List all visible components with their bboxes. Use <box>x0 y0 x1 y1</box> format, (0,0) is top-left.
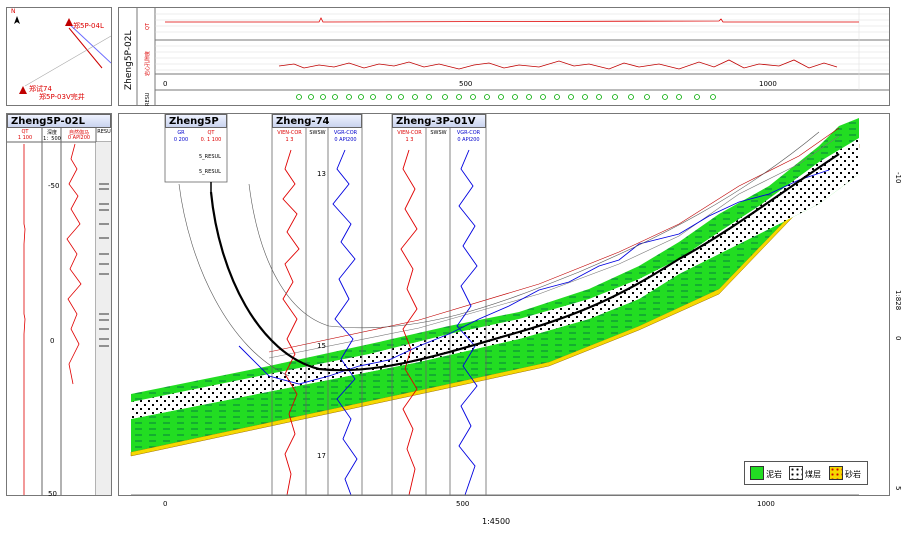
resu-symbol <box>346 94 352 100</box>
top-tick-1000: 1000 <box>759 80 777 88</box>
top-strip-canvas <box>136 8 889 105</box>
zheng74-blue-log <box>332 149 358 495</box>
resu-symbol <box>662 94 668 100</box>
resu-symbol <box>484 94 490 100</box>
zheng3p-col-vgr: VGR-COR <box>456 130 481 136</box>
resu-symbol <box>710 94 716 100</box>
well-marker-icon <box>19 18 73 94</box>
zheng5p-result-1: 5_RESUL <box>199 154 221 160</box>
north-label: N <box>11 8 16 15</box>
map-well-label-1: 郑5P-04L <box>73 22 104 30</box>
resu-symbol <box>582 94 588 100</box>
legend-label-sand: 砂岩 <box>845 470 861 479</box>
zheng5p-col-qt: QT <box>207 130 215 136</box>
well-track-zheng3p01v <box>391 114 487 495</box>
resu-symbol <box>612 94 618 100</box>
zheng74-mark-17: 17 <box>317 452 326 460</box>
resu-symbol <box>568 94 574 100</box>
zheng74-col-swsw: SWSW <box>309 130 326 136</box>
zheng5p-sub-qt: 0. 1 100 <box>200 137 222 143</box>
legend-swatch-coal <box>789 466 803 480</box>
section-well-zheng5p-name: Zheng5P <box>165 114 227 128</box>
zheng3p-sub-vgr: 0 API200 <box>457 137 480 143</box>
top-log-strip: Zheng5P-02L QT 岩心孔隙度 RESU 0 500 1000 <box>118 7 890 106</box>
resu-symbol <box>370 94 376 100</box>
top-core-curve <box>278 59 838 70</box>
right-tick-4: 5 <box>894 486 902 491</box>
legend-swatch-sand <box>829 466 843 480</box>
zheng74-red-log <box>282 149 300 495</box>
resu-symbol <box>470 94 476 100</box>
section-tick-500: 500 <box>456 500 470 508</box>
resu-symbol <box>320 94 326 100</box>
resu-symbol <box>296 94 302 100</box>
zheng5p-result-2: 5_RESUL <box>199 169 221 175</box>
left-depth-tick-1: -50 <box>48 182 60 190</box>
well-location-map: N 郑5P-04L 郑试74 郑5P-03V完井 <box>6 7 112 106</box>
left-gr-curve <box>66 143 82 385</box>
resu-symbol <box>332 94 338 100</box>
right-tick-2: 1:828 <box>894 290 902 311</box>
cross-section-panel: Zheng5P GR QT 0 200 0. 1 100 5_RESUL 5_R… <box>118 113 890 496</box>
zheng5p-sub-gr: 0 200 <box>173 137 189 143</box>
resu-symbol <box>358 94 364 100</box>
right-tick-1: -10 <box>894 172 902 184</box>
top-tick-500: 500 <box>459 80 473 88</box>
zheng3p-sub-vien: 1 3 <box>405 137 414 143</box>
legend-swatch-mudstone <box>750 466 764 480</box>
resu-symbol <box>456 94 462 100</box>
resu-symbol <box>412 94 418 100</box>
zheng3p-red-log <box>400 149 418 495</box>
top-resu-symbols <box>296 94 716 100</box>
section-tick-0: 0 <box>163 500 168 508</box>
legend-label-mudstone: 泥岩 <box>766 470 782 479</box>
resu-symbol <box>512 94 518 100</box>
top-tick-0: 0 <box>163 80 168 88</box>
cross-section-canvas <box>130 114 860 495</box>
zheng74-mark-15: 15 <box>317 342 326 350</box>
resu-symbol <box>540 94 546 100</box>
resu-symbol <box>628 94 634 100</box>
legend-label-coal: 煤层 <box>805 470 821 479</box>
resu-symbol <box>398 94 404 100</box>
resu-symbol <box>596 94 602 100</box>
left-qt-curve <box>23 144 26 495</box>
resu-symbol <box>426 94 432 100</box>
resu-symbol <box>694 94 700 100</box>
resu-symbol <box>676 94 682 100</box>
resu-symbol <box>526 94 532 100</box>
left-depth-tick-2: 0 <box>50 337 55 345</box>
resu-symbol <box>308 94 314 100</box>
map-well-label-3: 郑5P-03V完井 <box>39 93 85 101</box>
resu-symbol <box>386 94 392 100</box>
left-log-canvas <box>7 128 111 495</box>
resu-symbol <box>498 94 504 100</box>
section-scale: 1:4500 <box>482 517 511 526</box>
zheng3p-col-swsw: SWSW <box>430 130 447 136</box>
zheng74-col-vgr: VGR-COR <box>333 130 358 136</box>
north-arrow-icon <box>14 16 20 24</box>
lithology-legend: 泥岩 煤层 砂岩 <box>744 461 868 485</box>
zheng74-sub-vgr: 0 API200 <box>334 137 357 143</box>
section-well-zheng3p-name: Zheng-3P-01V <box>392 114 486 128</box>
left-depth-tick-3: 50 <box>48 490 57 498</box>
resu-symbol <box>644 94 650 100</box>
right-tick-3: 0 <box>894 336 902 341</box>
zheng74-col-vien: VIEN-COR <box>277 130 302 136</box>
resu-symbol <box>442 94 448 100</box>
section-tick-1000: 1000 <box>757 500 775 508</box>
section-well-zheng74-name: Zheng-74 <box>272 114 362 128</box>
zheng74-mark-13: 13 <box>317 170 326 178</box>
zheng74-sub-vien: 1 3 <box>285 137 294 143</box>
zheng3p-col-vien: VIEN-COR <box>397 130 422 136</box>
left-well-log-panel: Zheng5P-02L QT 深度 自然伽马 RESU 1 100 1：500 … <box>6 113 112 498</box>
zheng5p-col-gr: GR <box>177 130 185 136</box>
resu-symbol <box>554 94 560 100</box>
